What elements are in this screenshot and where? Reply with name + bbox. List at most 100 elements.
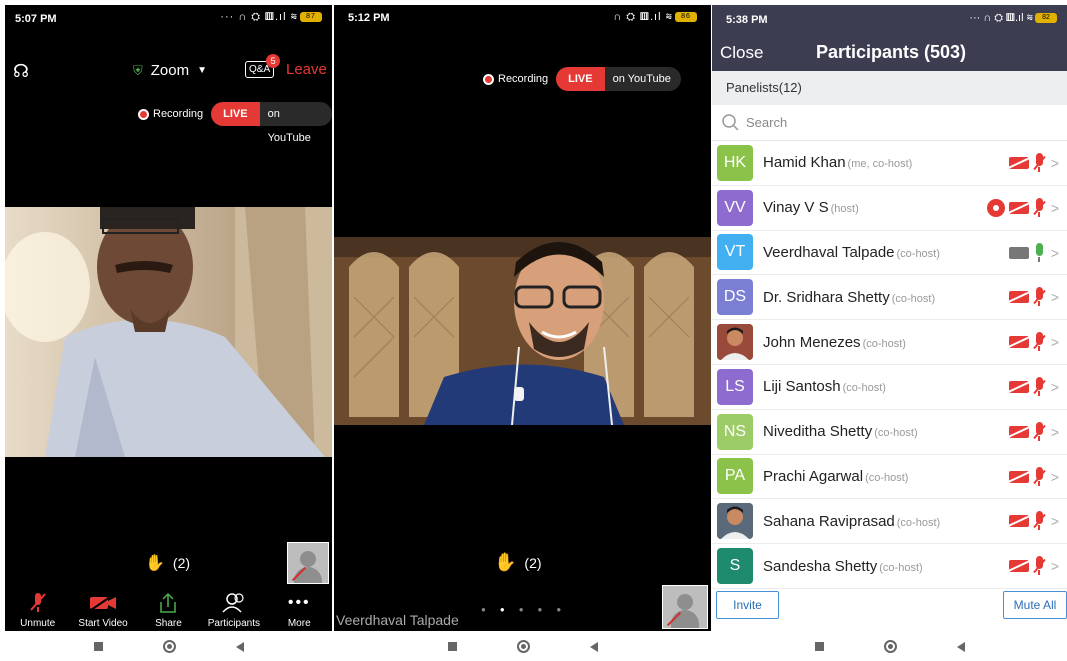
participants-button[interactable]: Participants — [203, 592, 265, 629]
mic-off-icon — [1033, 197, 1045, 218]
share-button[interactable]: Share — [137, 592, 199, 629]
participant-row[interactable]: NS Niveditha Shetty (co-host) > — [712, 410, 1067, 455]
video-off-icon — [1008, 380, 1029, 393]
toolbar-label: Unmute — [20, 618, 56, 629]
participants-screen: 5:38 PM ··· ∩ ⛭ ▥.ıl ≋ 82 Close Participa… — [712, 5, 1067, 631]
meeting-screen-1: 5:07 PM ··· ∩ ⛭ ▥.ıl ≋ 87 ☊ ⛨ Zoom ▼ Q&A … — [5, 5, 332, 631]
avatar: LS — [717, 368, 753, 405]
live-badge: LIVE — [211, 102, 260, 126]
live-platform[interactable]: on YouTube — [604, 67, 681, 91]
avatar: S — [717, 548, 753, 585]
android-nav-bar — [334, 632, 711, 661]
page-title: Participants (503) — [816, 42, 967, 62]
start-video-button[interactable]: Start Video — [72, 592, 134, 629]
home-icon[interactable] — [883, 640, 897, 653]
qa-badge: 5 — [266, 54, 281, 68]
avatar-initials: VT — [724, 243, 746, 261]
page-indicator[interactable]: ● ● ● ● ● — [481, 605, 561, 614]
toolbar-label: Start Video — [78, 618, 128, 629]
chevron-right-icon: > — [1050, 513, 1059, 530]
back-icon[interactable] — [235, 641, 244, 652]
toolbar-label: Participants — [207, 618, 260, 629]
qa-button[interactable]: Q&A 5 — [245, 54, 281, 78]
toolbar-label: More — [287, 618, 311, 629]
recents-icon[interactable] — [93, 642, 103, 651]
avatar-initials: NS — [723, 422, 747, 440]
meeting-title-dropdown[interactable]: ⛨ Zoom ▼ — [133, 62, 207, 79]
leave-button[interactable]: Leave — [286, 61, 327, 78]
participant-row[interactable]: S Sandesha Shetty (co-host) > — [712, 544, 1067, 589]
live-platform[interactable]: on YouTube — [259, 102, 332, 144]
participant-status-icons: > — [1008, 499, 1059, 543]
self-view-thumbnail[interactable] — [662, 585, 708, 629]
page-dot: ● — [518, 605, 524, 614]
mic-off-icon — [1033, 332, 1045, 352]
recording-live-bar: Recording LIVE on YouTube — [130, 102, 332, 144]
close-button[interactable]: Close — [720, 43, 763, 63]
avatar-initials: PA — [724, 467, 746, 485]
participant-row[interactable]: VT Veerdhaval Talpade (co-host) > — [712, 231, 1067, 276]
participant-row[interactable]: HK Hamid Khan (me, co-host) > — [712, 141, 1067, 186]
more-button[interactable]: ••• More — [268, 592, 330, 629]
participant-name-text: Dr. Sridhara Shetty — [763, 288, 890, 306]
video-off-icon — [89, 592, 117, 614]
mic-off-icon — [1033, 466, 1045, 487]
chevron-right-icon: > — [1050, 468, 1059, 485]
chevron-right-icon: > — [1050, 199, 1059, 216]
participant-name: Sandesha Shetty (co-host) — [763, 558, 923, 575]
unmute-button[interactable]: Unmute — [7, 592, 69, 629]
raised-hands[interactable]: ✋ (2) — [145, 553, 190, 573]
avatar-initials: HK — [723, 153, 747, 171]
video-off-icon — [1008, 515, 1029, 528]
home-icon[interactable] — [516, 640, 530, 653]
avatar — [717, 324, 753, 361]
participant-status-icons: > — [1008, 320, 1059, 364]
mic-off-icon — [1033, 511, 1045, 531]
chevron-down-icon: ▼ — [197, 65, 208, 76]
mic-off-icon — [1033, 556, 1045, 576]
recents-icon[interactable] — [814, 642, 824, 651]
avatar — [717, 503, 753, 540]
participant-name-text: Prachi Agarwal — [763, 467, 864, 485]
participant-row[interactable]: VV Vinay V S (host) > — [712, 186, 1067, 231]
back-icon[interactable] — [589, 641, 598, 652]
android-nav-bar — [5, 632, 332, 661]
participant-name-text: John Menezes — [763, 333, 861, 351]
recording-indicator[interactable]: Recording — [475, 67, 557, 91]
participant-name: Dr. Sridhara Shetty (co-host) — [763, 289, 935, 306]
avatar-initials: VV — [724, 198, 746, 216]
participant-row[interactable]: DS Dr. Sridhara Shetty (co-host) > — [712, 275, 1067, 321]
participant-row[interactable]: Sahana Raviprasad (co-host) > — [712, 499, 1067, 545]
search-bar[interactable]: Search — [712, 105, 1067, 141]
home-icon[interactable] — [162, 640, 176, 653]
mute-all-button[interactable]: Mute All — [1003, 591, 1067, 619]
participant-role: (host) — [830, 203, 859, 216]
raised-hands[interactable]: ✋ (2) — [494, 552, 542, 573]
self-view-thumbnail[interactable] — [287, 542, 329, 584]
participant-name-text: Liji Santosh — [763, 378, 841, 396]
participant-role: (co-host) — [896, 516, 941, 529]
avatar: HK — [717, 144, 753, 181]
record-icon — [138, 108, 149, 120]
video-off-icon — [1008, 291, 1029, 304]
raised-hand-count: (2) — [172, 555, 191, 571]
participant-status-icons: > — [1008, 544, 1059, 588]
invite-button[interactable]: Invite — [716, 591, 779, 619]
participant-name: John Menezes (co-host) — [763, 334, 906, 351]
recording-indicator[interactable]: Recording — [130, 102, 212, 126]
participant-name-text: Sahana Raviprasad — [763, 512, 895, 530]
participant-role: (co-host) — [896, 247, 940, 260]
participant-row[interactable]: LS Liji Santosh (co-host) > — [712, 365, 1067, 410]
participant-name: Liji Santosh (co-host) — [763, 378, 886, 395]
participant-row[interactable]: John Menezes (co-host) > — [712, 320, 1067, 365]
participant-list: HK Hamid Khan (me, co-host) > VV Vinay V S (ho… — [712, 141, 1067, 589]
participant-row[interactable]: PA Prachi Agarwal (co-host) > — [712, 455, 1067, 500]
chevron-right-icon: > — [1050, 155, 1059, 171]
recents-icon[interactable] — [447, 642, 457, 651]
recording-icon — [986, 198, 1005, 217]
participant-name-text: Veerdhaval Talpade — [763, 243, 895, 261]
back-icon[interactable] — [956, 641, 965, 652]
chevron-right-icon: > — [1050, 334, 1059, 351]
search-input[interactable]: Search — [746, 115, 787, 130]
headset-icon[interactable]: ☊ — [13, 61, 29, 82]
